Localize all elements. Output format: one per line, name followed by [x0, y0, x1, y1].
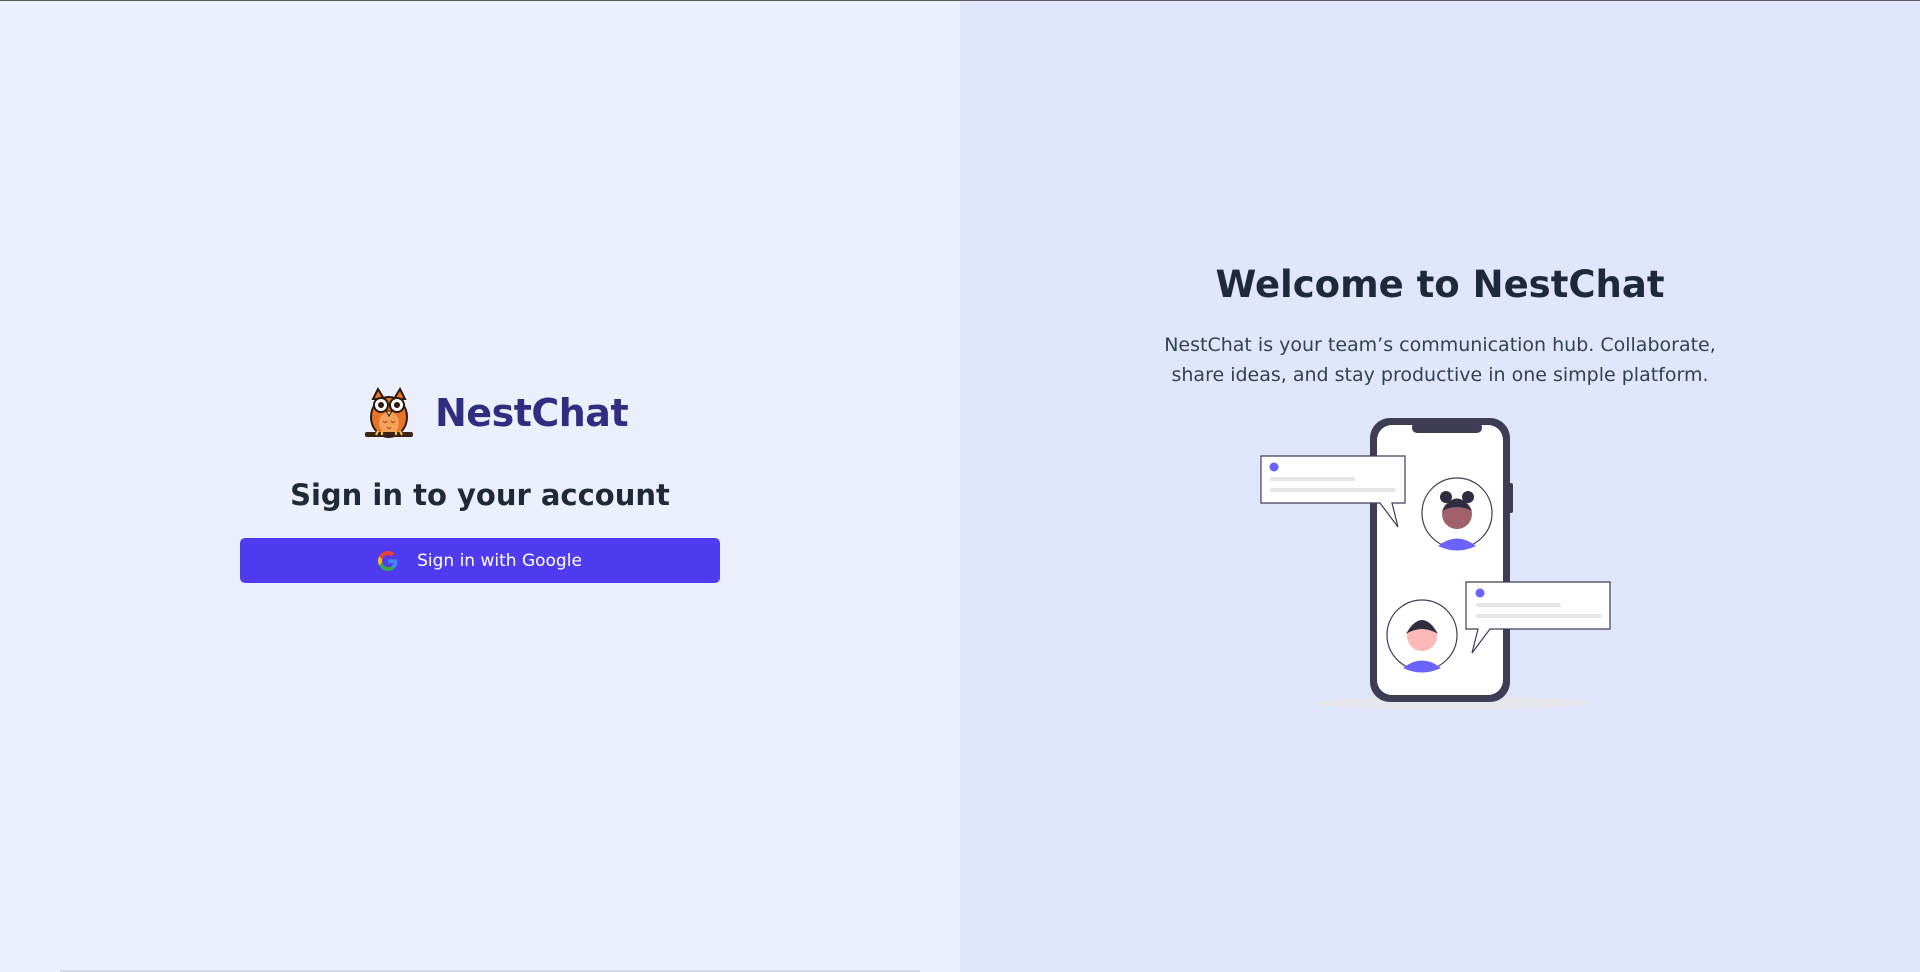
signin-heading: Sign in to your account: [290, 478, 670, 512]
signin-panel: NestChat Sign in to your account Sign in…: [0, 1, 960, 972]
login-page: NestChat Sign in to your account Sign in…: [0, 1, 1920, 972]
owl-icon: [365, 387, 413, 438]
welcome-panel: Welcome to NestChat NestChat is your tea…: [960, 1, 1920, 972]
welcome-description: NestChat is your team’s communication hu…: [1164, 334, 1716, 386]
google-signin-button[interactable]: Sign in with Google: [240, 538, 720, 583]
brand: NestChat: [364, 387, 629, 439]
welcome-title: Welcome to NestChat: [1215, 263, 1665, 306]
google-signin-label: Sign in with Google: [417, 550, 582, 571]
phone-notch: [1412, 422, 1482, 433]
brand-name: NestChat: [435, 391, 629, 435]
phone-chat-illustration: [1260, 418, 1611, 710]
phone-button: [1509, 483, 1513, 513]
google-icon: [378, 550, 398, 571]
